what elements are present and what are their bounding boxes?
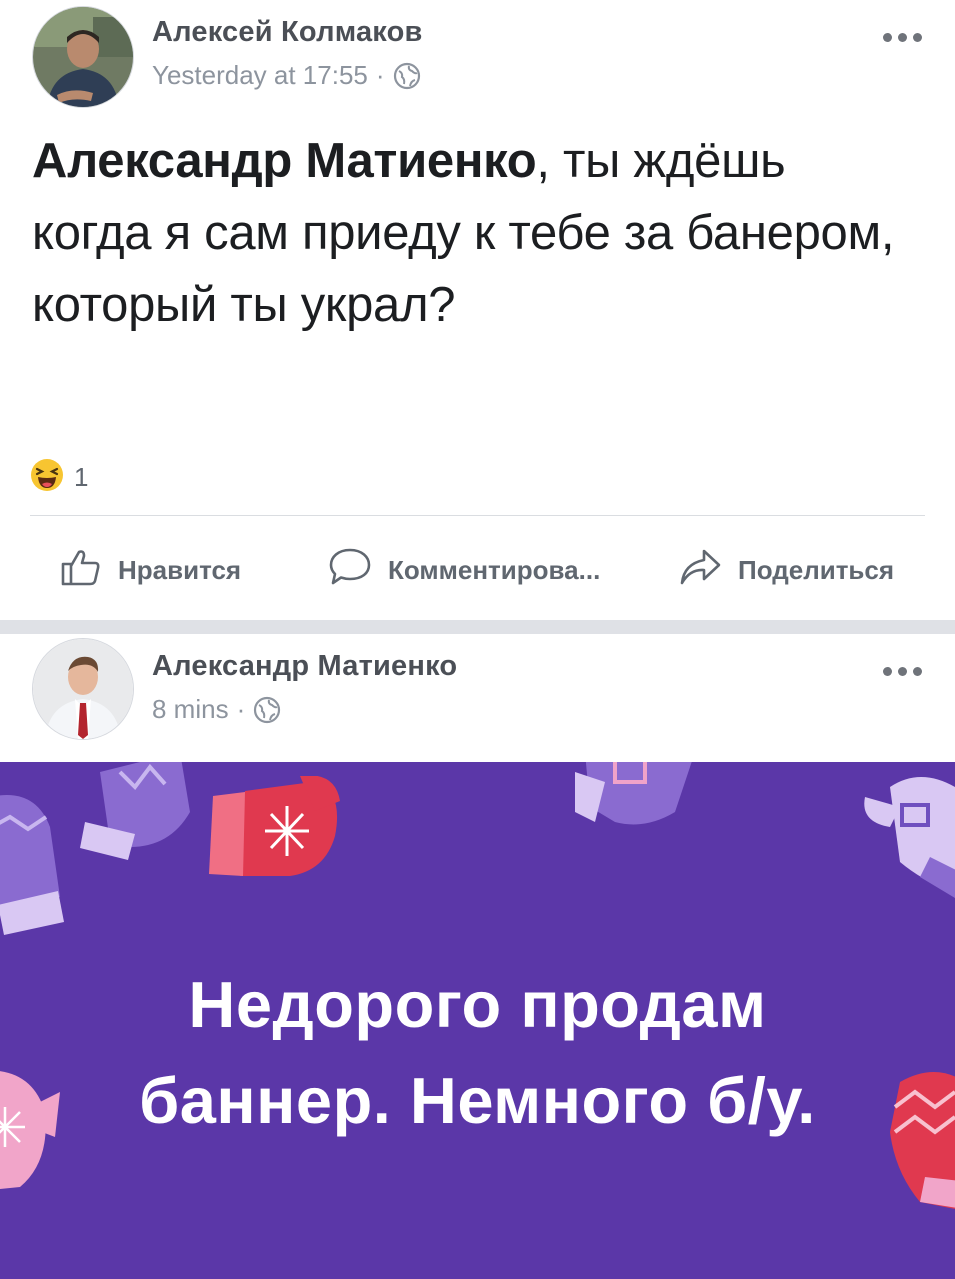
share-label: Поделиться [738,554,895,585]
mitten-icon [209,776,340,876]
feed-separator [0,620,955,634]
mitten-icon [80,762,190,860]
post-meta: 8 mins · [152,694,281,725]
author-name[interactable]: Алексей Колмаков [152,16,423,49]
reaction-count: 1 [74,462,89,492]
mitten-icon [864,777,955,898]
mitten-icon [890,1072,955,1209]
post-timestamp[interactable]: Yesterday at 17:55 [152,60,368,91]
author-avatar[interactable] [32,6,134,108]
like-label: Нравится [118,554,242,585]
mitten-icon [575,762,692,825]
more-options-icon[interactable] [883,33,922,42]
reactions-summary[interactable]: 1 [30,458,88,497]
comment-bubble-icon [328,547,372,594]
comment-button[interactable]: Комментирова... [328,540,600,600]
globe-icon [253,696,281,724]
author-avatar[interactable] [32,638,134,740]
divider-line [30,515,925,516]
like-button[interactable]: Нравится [60,540,241,600]
thumbs-up-icon [60,547,102,594]
meta-separator: · [375,60,385,90]
author-name[interactable]: Александр Матиенко [152,650,457,683]
post-timestamp[interactable]: 8 mins [152,694,229,725]
share-arrow-icon [678,547,722,594]
globe-icon [393,62,421,90]
mitten-icon [0,795,64,935]
action-bar: Нравится Комментирова... Поделиться [0,540,955,600]
post-kolmakov: Алексей Колмаков Yesterday at 17:55 · Ал… [0,0,955,620]
mention-link[interactable]: Александр Матиенко [32,134,537,188]
post-matienko: Александр Матиенко 8 mins · Недорого про… [0,634,955,1279]
post-meta: Yesterday at 17:55 · [152,60,421,91]
post-text: Александр Матиенко, ты ждёшь когда я сам… [32,125,912,341]
more-options-icon[interactable] [883,667,922,676]
post-banner[interactable]: Недорого продам баннер. Немного б/у. [0,762,955,1279]
mitten-icon [0,1071,60,1189]
haha-emoji-icon [30,458,64,497]
share-button[interactable]: Поделиться [678,540,894,600]
meta-separator: · [236,694,246,724]
comment-label: Комментирова... [388,554,601,585]
banner-text: Недорого продам баннер. Немного б/у. [139,968,816,1137]
